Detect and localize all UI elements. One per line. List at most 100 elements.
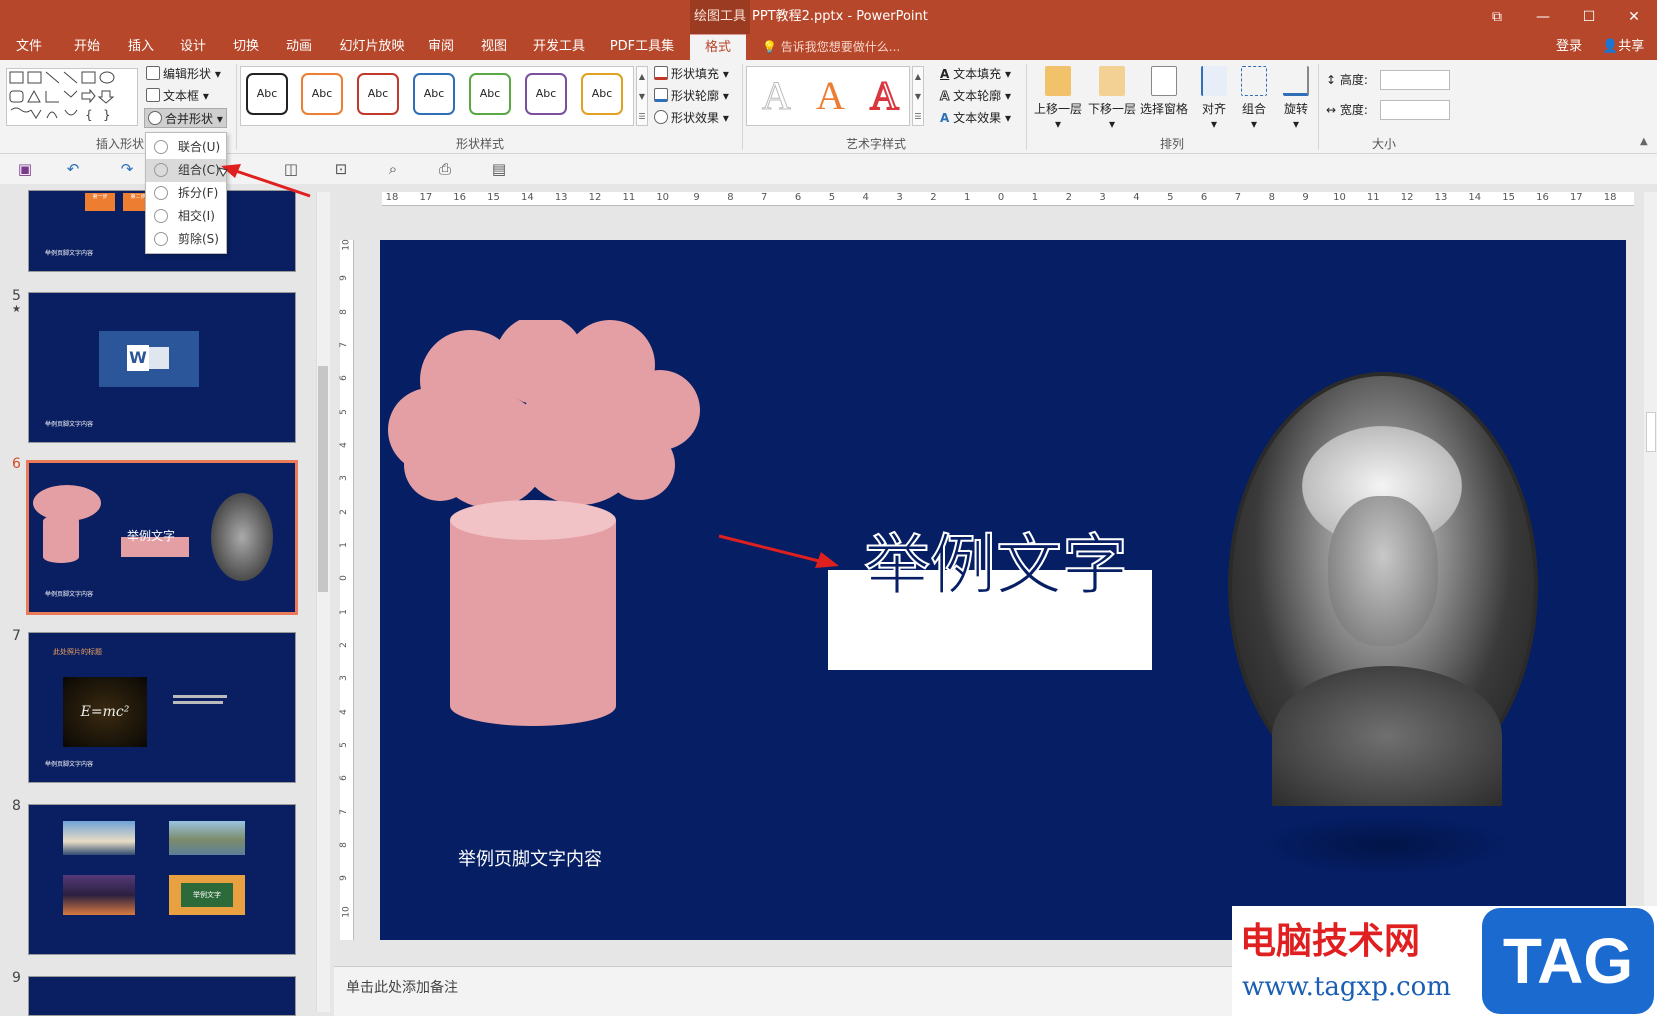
merge-intersect-item[interactable]: 相交(I) [146,205,226,228]
ruler-tick-label: 8 [338,308,349,315]
minimize-button[interactable]: — [1520,0,1566,34]
shape-style-2[interactable]: Abc [301,73,343,115]
rotate-button[interactable]: 旋转 ▾ [1278,64,1314,132]
bring-forward-button[interactable]: 上移一层 ▾ [1032,64,1084,132]
slide-scrollbar[interactable] [1644,192,1657,966]
slide-thumbnail-8[interactable]: 举例文字 [28,804,296,955]
slide-scroll-thumb[interactable] [1646,412,1656,452]
tab-slideshow[interactable]: 幻灯片放映 [334,34,410,60]
slide-thumbnail-9[interactable] [28,976,296,1016]
wordart-style-1[interactable]: A [762,73,792,118]
ruler-tick-label: 2 [930,192,937,203]
tab-format[interactable]: 格式 [690,34,746,60]
subtract-icon [154,232,168,246]
ruler-tick-label: 4 [338,708,349,715]
ruler-tick-label: 8 [727,192,734,203]
tab-animations[interactable]: 动画 [276,34,322,60]
paint-bucket-icon [654,66,668,80]
login-link[interactable]: 登录 [1556,34,1582,60]
width-input[interactable] [1380,100,1450,120]
send-backward-icon [1099,66,1125,96]
merge-shapes-button[interactable]: 合并形状 ▾ [144,108,227,128]
thumb-formula: E=mc² [63,677,147,747]
tab-view[interactable]: 视图 [471,34,517,60]
shape-style-7[interactable]: Abc [581,73,623,115]
ribbon-display-options-icon[interactable]: ⧉ [1474,0,1520,34]
tab-file[interactable]: 文件 [6,34,52,60]
tab-developer[interactable]: 开发工具 [526,34,592,60]
window-title: PPT教程2.pptx - PowerPoint [752,9,928,24]
cloud-shape[interactable] [380,320,720,520]
shape-style-5[interactable]: Abc [469,73,511,115]
tab-home[interactable]: 开始 [64,34,110,60]
slide-thumbnail-6[interactable]: 举例文字 举例页脚文字内容 [26,460,298,615]
wordart-scroll-icon[interactable]: ▲ ▼ ☰ [912,66,924,126]
slide-footer[interactable]: 举例页脚文字内容 [458,845,602,871]
text-box-button[interactable]: 文本框 ▾ [146,86,209,106]
group-button[interactable]: 组合 ▾ [1236,64,1272,132]
align-button[interactable]: 对齐 ▾ [1196,64,1232,132]
tab-design[interactable]: 设计 [170,34,216,60]
width-label: ↔ 宽度: [1326,100,1368,120]
thumbnails-scrollbar[interactable] [316,192,330,1012]
watermark-tag-logo: TAG [1482,908,1654,1014]
text-box-label: 文本框 [163,89,200,103]
shape-effects-label: 形状效果 [671,111,720,125]
shape-effects-button[interactable]: 形状效果 ▾ [654,108,729,128]
shape-style-6[interactable]: Abc [525,73,567,115]
text-effects-button[interactable]: A 文本效果 ▾ [940,108,1011,128]
maximize-button[interactable]: ☐ [1566,0,1612,34]
tell-me-search[interactable]: 💡 告诉我您想要做什么... [762,34,900,60]
ruler-tick-label: 10 [341,239,352,251]
merge-fragment-item[interactable]: 拆分(F) [146,182,226,205]
slide-thumbnail-5[interactable]: W 举例页脚文字内容 [28,292,296,443]
edit-shape-button[interactable]: 编辑形状 ▾ [146,64,221,84]
ruler-tick-label: 5 [338,408,349,415]
tab-transitions[interactable]: 切换 [223,34,269,60]
tab-pdf-tools[interactable]: PDF工具集 [604,34,680,60]
merge-union-item[interactable]: 联合(U) [146,136,226,159]
shape-style-1[interactable]: Abc [246,73,288,115]
undo-icon[interactable]: ↶ [64,160,82,178]
print-icon[interactable]: ⎙ [436,160,454,178]
redo-icon[interactable]: ↷ [118,160,136,178]
thumb-photo-autumn: 举例文字 [169,875,245,915]
gallery-scroll-icon[interactable]: ▲ ▼ ☰ [636,66,648,126]
save-icon[interactable]: ▣ [16,160,34,178]
document-icon[interactable]: ▤ [490,160,508,178]
slide-canvas[interactable]: 举例文字 举例页脚文字内容 [380,240,1626,940]
wordart-style-2[interactable]: A [816,74,845,118]
merge-subtract-item[interactable]: 剪除(S) [146,228,226,251]
send-backward-button[interactable]: 下移一层 ▾ [1086,64,1138,132]
text-box-icon [146,88,160,102]
shapes-gallery[interactable]: {} [6,68,138,126]
edit-shape-icon [146,66,160,80]
selection-pane-button[interactable]: 选择窗格 [1138,64,1190,132]
wordart-style-3[interactable]: A [869,73,900,119]
slide-text-shape[interactable]: 举例文字 [863,526,1129,606]
shape-outline-button[interactable]: 形状轮廓 ▾ [654,86,729,106]
close-button[interactable]: ✕ [1611,0,1657,34]
text-outline-button[interactable]: A 文本轮廓 ▾ [939,86,1011,106]
annotation-arrow [718,534,839,568]
share-button[interactable]: 👤共享 [1602,34,1644,60]
tab-insert[interactable]: 插入 [118,34,164,60]
shape-fill-button[interactable]: 形状填充 ▾ [654,64,729,84]
ruler-tick-label: 2 [338,508,349,515]
slide-thumbnail-7[interactable]: 此处照片的标题 E=mc² 举例页脚文字内容 [28,632,296,783]
tab-review[interactable]: 审阅 [418,34,464,60]
height-input[interactable] [1380,70,1450,90]
annotation-arrow [218,164,311,198]
cylinder-shape[interactable] [448,498,620,728]
shape-style-3[interactable]: Abc [357,73,399,115]
slide-number: 6 [12,456,21,472]
screen-icon[interactable]: ⊡ [332,160,350,178]
notes-placeholder[interactable]: 单击此处添加备注 [346,977,458,997]
thumbnails-scroll-thumb[interactable] [318,366,328,592]
collapse-ribbon-icon[interactable]: ▲ [1640,136,1648,147]
portrait-photo-oval[interactable] [1228,372,1538,806]
text-fill-button[interactable]: A 文本填充 ▾ [940,64,1011,84]
shape-style-4[interactable]: Abc [413,73,455,115]
merge-combine-item[interactable]: 组合(C) [146,159,226,182]
preview-icon[interactable]: ⌕ [384,160,402,178]
